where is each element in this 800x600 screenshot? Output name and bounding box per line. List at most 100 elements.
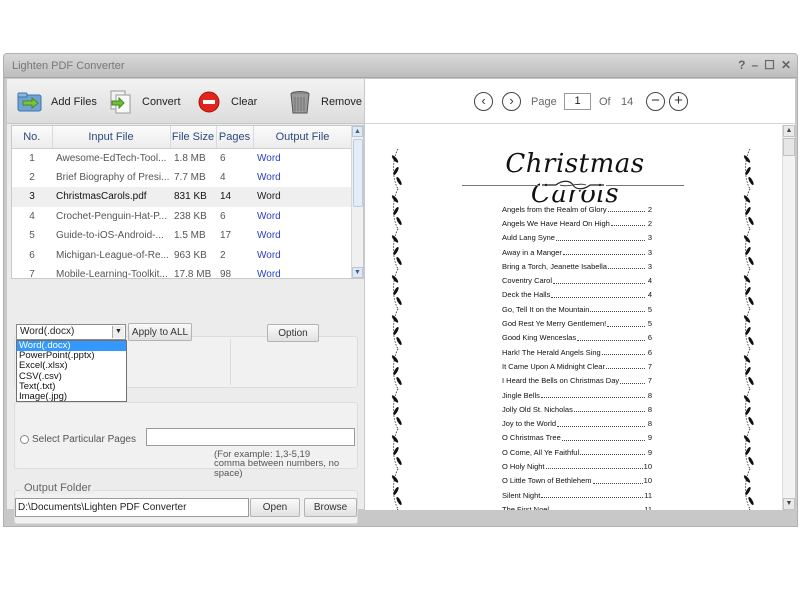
option-button[interactable]: Option bbox=[267, 324, 319, 342]
toc-page-number: 2 bbox=[647, 204, 652, 214]
close-icon[interactable]: ✕ bbox=[781, 58, 791, 72]
toc-entry: Jingle Bells 8 bbox=[502, 388, 652, 402]
vine-leaf bbox=[396, 377, 402, 385]
toc-leader-dots bbox=[620, 378, 645, 384]
table-row[interactable]: 6 Michigan-League-of-Re... 963 KB 2 Word bbox=[12, 246, 352, 266]
preview-scrollbar[interactable]: ▲ ▼ bbox=[782, 125, 795, 510]
title-bar[interactable]: Lighten PDF Converter ? – ☐ ✕ bbox=[4, 54, 797, 78]
toc-leader-dots bbox=[553, 278, 645, 284]
chevron-down-icon[interactable]: ▼ bbox=[112, 326, 124, 338]
scroll-down-arrow[interactable]: ▼ bbox=[352, 267, 363, 278]
total-pages: 14 bbox=[621, 96, 634, 108]
toc-leader-dots bbox=[580, 449, 645, 456]
add-files-button[interactable]: Add Files bbox=[17, 87, 97, 117]
vine-leaf bbox=[743, 355, 751, 363]
title-ornament bbox=[540, 180, 606, 190]
zoom-out-button[interactable]: − bbox=[646, 92, 665, 111]
toc-page-number: 5 bbox=[647, 319, 652, 329]
vine-leaf bbox=[396, 257, 402, 265]
row-number: 1 bbox=[29, 152, 35, 164]
vine-leaf bbox=[396, 217, 402, 225]
convert-button[interactable]: Convert bbox=[108, 87, 181, 117]
output-folder-path-input[interactable]: D:\Documents\Lighten PDF Converter bbox=[15, 498, 249, 517]
toc-entry: The First Noel 11 bbox=[502, 502, 652, 510]
col-header-no[interactable]: No. bbox=[12, 126, 53, 149]
preview-scroll-down-arrow[interactable]: ▼ bbox=[783, 498, 795, 510]
toc-leader-dots bbox=[601, 349, 645, 356]
output-file-type[interactable]: Word bbox=[253, 246, 352, 266]
next-page-button[interactable]: › bbox=[502, 92, 521, 111]
output-file-type[interactable]: Word bbox=[253, 187, 352, 207]
file-size: 1.5 MB bbox=[174, 230, 206, 242]
toc-entry: Coventry Carol 4 bbox=[502, 273, 652, 287]
col-header-pages[interactable]: Pages bbox=[216, 126, 254, 149]
minimize-icon[interactable]: – bbox=[751, 58, 758, 72]
maximize-icon[interactable]: ☐ bbox=[764, 58, 775, 72]
prev-page-button[interactable]: ‹ bbox=[474, 92, 493, 111]
format-option[interactable]: Image(.jpg) bbox=[17, 391, 126, 402]
toc-leader-dots bbox=[605, 363, 645, 370]
pdf-page-preview[interactable]: Christmas Carols Angels from the Realm o… bbox=[365, 125, 782, 510]
toc-title: O Holy Night bbox=[502, 461, 545, 471]
input-file-name: Mobile-Learning-Toolkit... bbox=[56, 269, 168, 279]
particular-pages-radio[interactable] bbox=[20, 435, 29, 444]
col-header-output-file[interactable]: Output File bbox=[253, 126, 353, 149]
table-row[interactable]: 1 Awesome-EdTech-Tool... 1.8 MB 6 Word bbox=[12, 148, 352, 168]
zoom-in-button[interactable]: + bbox=[669, 92, 688, 111]
col-header-input-file[interactable]: Input File bbox=[52, 126, 171, 149]
row-number: 5 bbox=[29, 230, 35, 242]
vine-leaf bbox=[743, 235, 751, 243]
clear-button[interactable]: Clear bbox=[197, 87, 257, 117]
toc-page-number: 3 bbox=[647, 261, 652, 271]
apply-to-all-button[interactable]: Apply to ALL bbox=[128, 323, 192, 341]
vine-leaf bbox=[748, 417, 754, 425]
particular-pages-input[interactable] bbox=[146, 428, 355, 446]
toc-title: Jolly Old St. Nicholas bbox=[502, 404, 573, 414]
output-format-select[interactable]: Word(.docx) ▼ bbox=[16, 324, 126, 340]
toc-page-number: 11 bbox=[644, 490, 652, 500]
browse-button[interactable]: Browse bbox=[304, 498, 357, 517]
table-row[interactable]: 5 Guide-to-iOS-Android-... 1.5 MB 17 Word bbox=[12, 226, 352, 246]
input-file-name: Guide-to-iOS-Android-... bbox=[56, 230, 164, 242]
vine-leaf bbox=[748, 217, 754, 225]
toc-page-number: 10 bbox=[643, 476, 652, 486]
output-file-type[interactable]: Word bbox=[253, 226, 352, 246]
toc-title: The First Noel bbox=[502, 504, 550, 510]
output-file-type[interactable]: Word bbox=[253, 265, 352, 278]
scroll-thumb[interactable] bbox=[353, 139, 363, 207]
table-row[interactable]: 4 Crochet-Penguin-Hat-P... 238 KB 6 Word bbox=[12, 207, 352, 227]
table-scrollbar[interactable]: ▲ ▼ bbox=[351, 126, 363, 278]
vine-leaf bbox=[396, 417, 402, 425]
output-file-type[interactable]: Word bbox=[253, 148, 352, 168]
col-header-file-size[interactable]: File Size bbox=[170, 126, 217, 149]
output-format-dropdown-list[interactable]: Word(.docx) PowerPoint(.pptx) Excel(.xlsx)… bbox=[16, 340, 127, 402]
toc-page-number: 4 bbox=[647, 290, 652, 300]
table-row[interactable]: 7 Mobile-Learning-Toolkit... 17.8 MB 98 Word bbox=[12, 265, 352, 279]
page-number-input[interactable]: 1 bbox=[564, 93, 591, 110]
table-row[interactable]: 2 Brief Biography of Presi... 7.7 MB 4 Word bbox=[12, 168, 352, 188]
open-folder-button[interactable]: Open bbox=[250, 498, 300, 517]
toc-leader-dots bbox=[573, 406, 645, 413]
vine-leaf bbox=[743, 275, 751, 283]
preview-scroll-up-arrow[interactable]: ▲ bbox=[783, 125, 795, 137]
output-file-type[interactable]: Word bbox=[253, 207, 352, 227]
vine-leaf bbox=[743, 155, 751, 163]
toc-leader-dots bbox=[541, 492, 644, 499]
toc-page-number: 9 bbox=[647, 433, 652, 443]
scroll-up-arrow[interactable]: ▲ bbox=[352, 126, 363, 137]
preview-scroll-thumb[interactable] bbox=[783, 138, 795, 156]
vine-leaf bbox=[396, 457, 402, 465]
vine-leaf bbox=[743, 435, 751, 443]
toc-page-number: 8 bbox=[647, 419, 652, 429]
remove-button[interactable]: Remove bbox=[287, 87, 362, 117]
vine-leaf bbox=[391, 355, 399, 363]
toc-leader-dots bbox=[607, 321, 645, 327]
help-icon[interactable]: ? bbox=[738, 58, 745, 72]
output-file-type[interactable]: Word bbox=[253, 168, 352, 188]
particular-pages-label: Select Particular Pages bbox=[32, 434, 136, 445]
toc-leader-dots bbox=[550, 506, 643, 510]
toc-page-number: 6 bbox=[647, 333, 652, 343]
toc-entry: Angels We Have Heard On High 2 bbox=[502, 216, 652, 230]
toolbar: Add Files Convert Clear Remove bbox=[7, 79, 364, 124]
table-row[interactable]: 3 ChristmasCarols.pdf 831 KB 14 Word bbox=[12, 187, 352, 207]
